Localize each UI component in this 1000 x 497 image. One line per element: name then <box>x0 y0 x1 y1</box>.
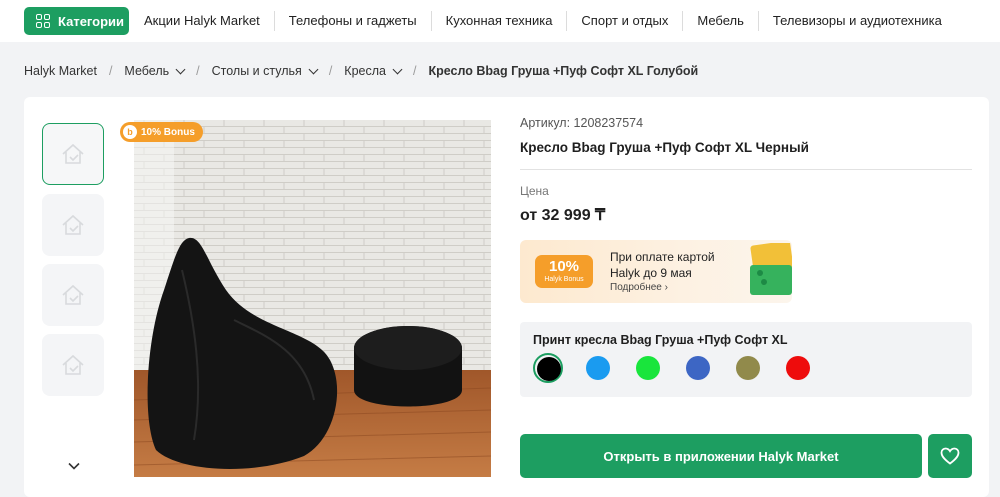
bonus-badge: 10% Halyk Bonus <box>535 255 593 288</box>
breadcrumb-label: Кресло Bbag Груша +Пуф Софт XL Голубой <box>428 64 699 78</box>
promo-more-link[interactable]: Подробнее › <box>610 282 668 293</box>
breadcrumb-label: Halyk Market <box>24 64 97 78</box>
bonus-tag: b 10% Bonus <box>120 122 203 142</box>
open-in-app-label: Открыть в приложении Halyk Market <box>603 448 839 464</box>
promo-line-2: Halyk до 9 мая <box>610 266 692 280</box>
top-navigation: Категории Акции Halyk Market Телефоны и … <box>0 0 1000 42</box>
bonus-badge-sub: Halyk Bonus <box>544 276 584 283</box>
breadcrumb-separator: / <box>412 64 417 78</box>
color-swatch-2[interactable] <box>583 353 613 383</box>
color-swatch-6[interactable] <box>783 353 813 383</box>
nav-item-kitchen[interactable]: Кухонная техника <box>430 11 567 31</box>
product-price: от 32 999 ₸ <box>520 207 606 224</box>
breadcrumb-item-tables-chairs[interactable]: / Столы и стулья <box>184 64 319 78</box>
swatch-color <box>736 356 760 380</box>
thumbnail-4[interactable] <box>42 334 104 396</box>
product-image[interactable] <box>134 120 491 477</box>
bonus-icon: b <box>123 125 137 139</box>
nav-menu: Акции Halyk Market Телефоны и гаджеты Ку… <box>130 0 956 42</box>
nav-item-phones[interactable]: Телефоны и гаджеты <box>273 11 431 31</box>
thumbnail-1[interactable] <box>42 123 104 185</box>
color-swatch-1[interactable] <box>533 353 563 383</box>
thumbnail-3[interactable] <box>42 264 104 326</box>
categories-button[interactable]: Категории <box>24 7 129 35</box>
product-article: Артикул: 1208237574 <box>520 116 644 130</box>
color-swatch-5[interactable] <box>733 353 763 383</box>
chevron-down-icon[interactable] <box>68 460 80 472</box>
swatch-color <box>586 356 610 380</box>
product-info: Артикул: 1208237574 Кресло Bbag Груша +П… <box>520 97 972 497</box>
color-swatch-4[interactable] <box>683 353 713 383</box>
breadcrumb-separator: / <box>328 64 333 78</box>
nav-item-promotions[interactable]: Акции Halyk Market <box>130 11 274 31</box>
grid-icon <box>36 14 50 28</box>
heart-icon <box>940 447 960 465</box>
divider <box>520 169 972 170</box>
halyk-bonus-promo[interactable]: 10% Halyk Bonus При оплате картой Halyk … <box>520 240 792 303</box>
color-swatch-3[interactable] <box>633 353 663 383</box>
promo-line-1: При оплате картой <box>610 250 715 264</box>
thumbnail-2[interactable] <box>42 194 104 256</box>
nav-item-furniture[interactable]: Мебель <box>682 11 758 31</box>
breadcrumb-label: Столы и стулья <box>211 64 302 78</box>
swatch-color <box>786 356 810 380</box>
breadcrumb-label: Кресла <box>344 64 386 78</box>
swatch-color <box>537 357 561 381</box>
nav-item-sport[interactable]: Спорт и отдых <box>566 11 682 31</box>
breadcrumb-item-current: / Кресло Bbag Груша +Пуф Софт XL Голубой <box>401 64 698 78</box>
image-placeholder-icon <box>62 214 84 235</box>
bonus-percent: 10% <box>548 258 580 275</box>
breadcrumb-separator: / <box>108 64 113 78</box>
variants-title: Принт кресла Bbag Груша +Пуф Софт XL <box>533 333 788 347</box>
breadcrumb: Halyk Market / Мебель / Столы и стулья /… <box>24 63 698 79</box>
swatch-color <box>636 356 660 380</box>
breadcrumb-item-home[interactable]: Halyk Market <box>24 64 97 78</box>
bonus-tag-label: 10% Bonus <box>141 126 195 138</box>
color-variants: Принт кресла Bbag Груша +Пуф Софт XL <box>520 322 972 397</box>
swatch-color <box>686 356 710 380</box>
breadcrumb-label: Мебель <box>124 64 170 78</box>
breadcrumb-item-furniture[interactable]: / Мебель <box>97 64 186 78</box>
breadcrumb-separator: / <box>196 64 200 78</box>
product-title: Кресло Bbag Груша +Пуф Софт XL Черный <box>520 140 809 155</box>
image-placeholder-icon <box>62 284 84 305</box>
image-placeholder-icon <box>62 143 84 164</box>
price-label: Цена <box>520 184 549 198</box>
wishlist-button[interactable] <box>928 434 972 478</box>
image-placeholder-icon <box>62 354 84 375</box>
product-card: b 10% Bonus Артикул: 1208237574 Кресло B… <box>24 97 989 497</box>
breadcrumb-item-armchairs[interactable]: / Кресла <box>317 64 403 78</box>
bank-cards-icon <box>750 243 792 295</box>
open-in-app-button[interactable]: Открыть в приложении Halyk Market <box>520 434 922 478</box>
nav-item-tv-audio[interactable]: Телевизоры и аудиотехника <box>757 11 956 31</box>
categories-label: Категории <box>58 13 125 29</box>
